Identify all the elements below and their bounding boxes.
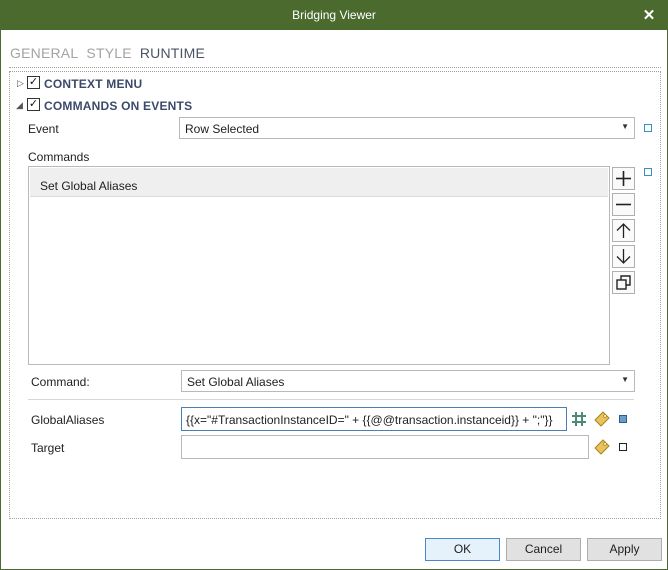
cancel-button[interactable]: Cancel — [506, 538, 581, 561]
move-down-button[interactable] — [612, 245, 635, 268]
section-commands-on-events[interactable]: COMMANDS ON EVENTS — [44, 99, 192, 113]
window-title: Bridging Viewer — [292, 8, 376, 22]
expand-arrow-icon[interactable]: ▷ — [17, 78, 25, 88]
tab-divider — [9, 67, 661, 68]
remove-command-button[interactable] — [612, 193, 635, 216]
tab-general[interactable]: GENERAL — [10, 45, 78, 61]
arrow-up-icon — [616, 223, 631, 238]
copy-icon — [616, 275, 631, 290]
command-dropdown[interactable]: Set Global Aliases ▼ — [181, 370, 635, 392]
property-marker-icon[interactable] — [619, 415, 627, 423]
event-label: Event — [28, 122, 59, 136]
commands-list[interactable]: Set Global Aliases — [28, 166, 610, 365]
event-dropdown[interactable]: Row Selected ▼ — [179, 117, 635, 139]
hash-icon[interactable] — [571, 411, 587, 427]
minus-icon — [616, 203, 631, 206]
list-item-label: Set Global Aliases — [40, 179, 138, 193]
close-icon[interactable]: ✕ — [641, 6, 657, 24]
duplicate-command-button[interactable] — [612, 271, 635, 294]
section-context-menu[interactable]: CONTEXT MENU — [44, 77, 142, 91]
tag-icon[interactable] — [594, 439, 610, 455]
dropdown-arrow-icon: ▼ — [621, 375, 629, 384]
dropdown-arrow-icon: ▼ — [621, 122, 629, 131]
tab-bar: GENERAL STYLE RUNTIME — [10, 45, 209, 61]
ok-button[interactable]: OK — [425, 538, 500, 561]
event-value: Row Selected — [185, 122, 260, 136]
property-marker-icon[interactable] — [619, 443, 627, 451]
command-value: Set Global Aliases — [187, 375, 285, 389]
global-aliases-input[interactable]: {{x="#TransactionInstanceID=" + {{@@tran… — [181, 407, 567, 431]
divider — [28, 399, 634, 400]
target-input[interactable] — [181, 435, 589, 459]
dialog-window: Bridging Viewer ✕ GENERAL STYLE RUNTIME … — [0, 0, 668, 570]
apply-button[interactable]: Apply — [587, 538, 662, 561]
add-command-button[interactable] — [612, 167, 635, 190]
tag-icon[interactable] — [594, 411, 610, 427]
tab-style[interactable]: STYLE — [86, 45, 131, 61]
commands-label: Commands — [28, 150, 90, 164]
move-up-button[interactable] — [612, 219, 635, 242]
property-marker-icon[interactable] — [644, 168, 652, 176]
commands-on-events-checkbox[interactable]: ✓ — [27, 98, 40, 111]
arrow-down-icon — [616, 249, 631, 264]
global-aliases-value: {{x="#TransactionInstanceID=" + {{@@tran… — [186, 413, 553, 427]
property-marker-icon[interactable] — [644, 124, 652, 132]
context-menu-checkbox[interactable]: ✓ — [27, 76, 40, 89]
title-bar[interactable]: Bridging Viewer ✕ — [1, 1, 667, 30]
command-label: Command: — [31, 375, 90, 389]
tab-runtime[interactable]: RUNTIME — [140, 45, 205, 61]
global-aliases-label: GlobalAliases — [31, 413, 105, 427]
plus-icon — [616, 171, 631, 186]
target-label: Target — [31, 441, 65, 455]
list-item[interactable]: Set Global Aliases — [30, 168, 608, 197]
collapse-arrow-icon[interactable]: ◢ — [16, 100, 24, 110]
